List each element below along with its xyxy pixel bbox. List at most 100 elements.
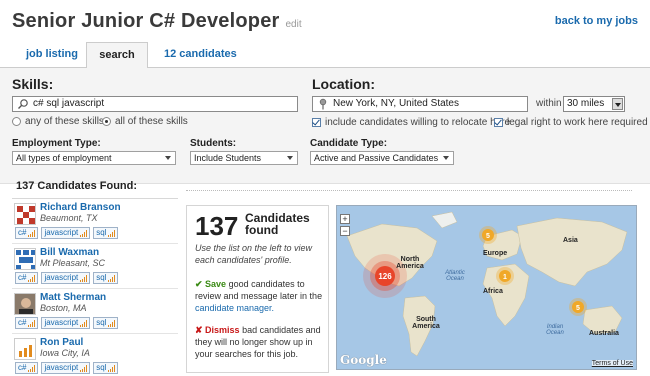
list-item[interactable]: Bill Waxman Mt Pleasant, SC c# javascrip… (12, 244, 178, 289)
skill-tags: c# javascript sql (15, 272, 119, 284)
zoom-out-button[interactable]: − (340, 226, 350, 236)
list-item[interactable]: Matt Sherman Boston, MA c# javascript sq… (12, 289, 178, 334)
legal-option[interactable]: legal right to work here required (494, 117, 648, 128)
signal-bars-icon (28, 364, 36, 372)
signal-bars-icon (28, 319, 36, 327)
candidate-manager-link[interactable]: candidate manager. (195, 303, 274, 313)
students-select[interactable]: Include Students (190, 151, 298, 165)
back-to-jobs-link[interactable]: back to my jobs (555, 15, 638, 27)
candidates-found-title: 137 Candidates Found: (16, 180, 138, 192)
search-panel: Skills: c# sql javascript any of these s… (0, 68, 650, 184)
candidate-name[interactable]: Richard Branson (40, 202, 121, 213)
avatar (14, 248, 36, 270)
skill-tag: javascript (41, 362, 91, 374)
candidate-count-label: Candidates found (245, 211, 310, 237)
employment-type-label: Employment Type: (12, 138, 101, 149)
cross-icon: ✘ (195, 325, 206, 335)
candidate-type-value: Active and Passive Candidates (314, 153, 439, 163)
tab-search[interactable]: search (86, 42, 148, 69)
map-cluster-label: 5 (486, 233, 490, 240)
terms-of-use-link[interactable]: Terms of Use (591, 360, 633, 367)
relocate-checkbox[interactable] (312, 118, 321, 127)
signal-bars-icon (80, 229, 88, 237)
check-icon: ✔ (195, 279, 206, 289)
map-label-africa: Africa (483, 288, 503, 295)
edit-link[interactable]: edit (286, 19, 302, 30)
employment-type-value: All types of employment (16, 153, 112, 163)
dismiss-hint: ✘ Dismiss bad candidates and they will n… (195, 324, 323, 360)
candidate-count: 137 (195, 211, 239, 241)
map-cluster-label: 5 (576, 305, 580, 312)
search-icon (18, 99, 28, 109)
skills-input[interactable]: c# sql javascript (12, 96, 298, 112)
skill-tag: sql (93, 272, 119, 284)
signal-bars-icon (80, 364, 88, 372)
skill-tags: c# javascript sql (15, 317, 119, 329)
skill-tag: c# (15, 362, 39, 374)
candidate-name[interactable]: Ron Paul (40, 337, 83, 348)
skills-input-value: c# sql javascript (33, 98, 105, 109)
skill-tag: javascript (41, 317, 91, 329)
skill-tag: sql (93, 317, 119, 329)
skill-tag: c# (15, 272, 39, 284)
chevron-down-icon (443, 156, 449, 160)
skills-all-option[interactable]: all of these skills (102, 116, 188, 127)
skill-tag: c# (15, 317, 39, 329)
tab-candidates[interactable]: 12 candidates (152, 42, 249, 69)
location-input[interactable]: New York, NY, United States (312, 96, 528, 112)
signal-bars-icon (80, 274, 88, 282)
avatar (14, 203, 36, 225)
signal-bars-icon (28, 274, 36, 282)
chevron-down-icon (287, 156, 293, 160)
legal-checkbox[interactable] (494, 118, 503, 127)
employment-type-select[interactable]: All types of employment (12, 151, 176, 165)
location-pin-icon (319, 98, 327, 110)
map-label-north-america: North America (396, 256, 424, 270)
skills-any-label: any of these skills (25, 116, 104, 127)
signal-bars-icon (108, 274, 116, 282)
students-value: Include Students (194, 153, 262, 163)
legal-label: legal right to work here required (507, 117, 648, 128)
list-item[interactable]: Ron Paul Iowa City, IA c# javascript sql (12, 334, 178, 376)
candidate-location: Mt Pleasant, SC (40, 258, 106, 268)
signal-bars-icon (108, 364, 116, 372)
avatar (14, 293, 36, 315)
candidate-name[interactable]: Bill Waxman (40, 247, 99, 258)
map-label-europe: Europe (483, 250, 508, 257)
candidate-type-select[interactable]: Active and Passive Candidates (310, 151, 454, 165)
signal-bars-icon (108, 319, 116, 327)
candidate-name[interactable]: Matt Sherman (40, 292, 106, 303)
save-hint: ✔ Save good candidates to review and mes… (195, 278, 323, 314)
map-label-atlantic: Atlantic Ocean (445, 270, 465, 282)
zoom-in-button[interactable]: + (340, 214, 350, 224)
list-item[interactable]: Richard Branson Beaumont, TX c# javascri… (12, 199, 178, 244)
signal-bars-icon (108, 229, 116, 237)
skills-label: Skills: (12, 76, 54, 92)
candidate-type-label: Candidate Type: (310, 138, 388, 149)
chevron-down-icon (165, 156, 171, 160)
relocate-label: include candidates willing to relocate h… (325, 117, 511, 128)
candidate-list: Richard Branson Beaumont, TX c# javascri… (12, 198, 178, 376)
radio-all[interactable] (102, 117, 111, 126)
radio-any[interactable] (12, 117, 21, 126)
relocate-option[interactable]: include candidates willing to relocate h… (312, 117, 510, 128)
map-label-asia: Asia (563, 237, 578, 244)
dismiss-word: Dismiss (205, 325, 240, 335)
skill-tags: c# javascript sql (15, 362, 119, 374)
tab-job-listing[interactable]: job listing (14, 42, 90, 69)
distance-value: 30 miles (567, 98, 605, 109)
save-word: Save (205, 279, 227, 289)
students-label: Students: (190, 138, 237, 149)
skills-any-option[interactable]: any of these skills (12, 116, 104, 127)
within-label: within (536, 98, 562, 109)
skill-tag: c# (15, 227, 39, 239)
results-summary: 137 Candidates found Use the list on the… (186, 205, 329, 373)
google-logo: Google (340, 353, 387, 367)
job-title: Senior Junior C# Developer (12, 10, 280, 32)
map-cluster-label: 126 (378, 272, 392, 281)
candidate-map[interactable]: 126 5 1 5 + − North America South Americ… (336, 205, 637, 370)
location-input-value: New York, NY, United States (333, 98, 459, 109)
candidate-location: Beaumont, TX (40, 213, 98, 223)
distance-select[interactable]: 30 miles (563, 96, 625, 112)
results-divider (186, 190, 632, 191)
